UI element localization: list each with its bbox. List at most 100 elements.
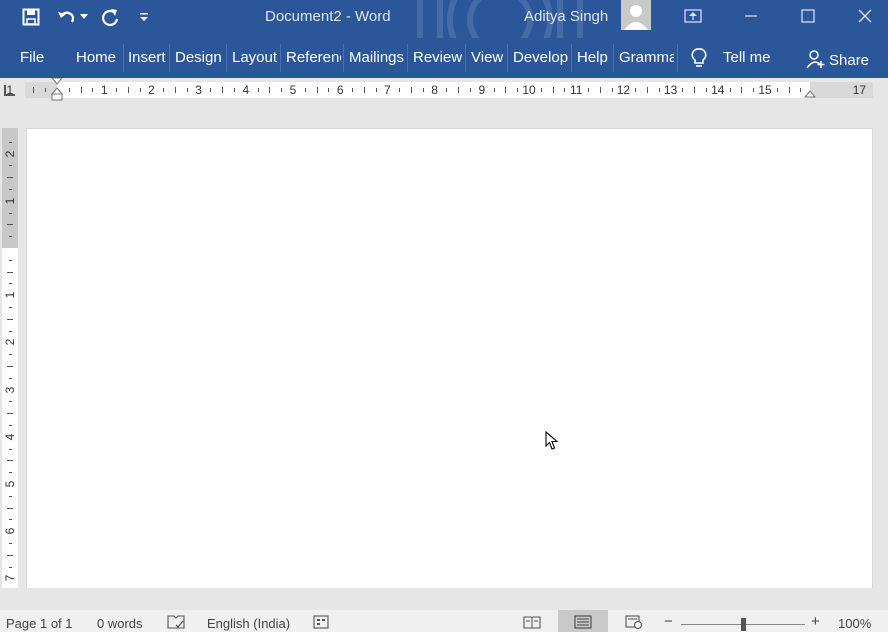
maximize-button[interactable] xyxy=(790,2,826,30)
tab-separator xyxy=(407,44,408,72)
ruler-number: 15 xyxy=(758,83,771,97)
close-button[interactable] xyxy=(847,2,883,30)
tab-developer[interactable]: Developer xyxy=(513,48,568,70)
close-icon xyxy=(858,9,872,23)
tab-layout[interactable]: Layout xyxy=(232,48,277,70)
title-bar: Document2 - Word Aditya Singh xyxy=(0,0,888,38)
tell-me-search[interactable]: Tell me xyxy=(723,48,771,70)
ruler-tick xyxy=(517,88,518,92)
customize-qat-icon xyxy=(139,12,149,22)
minimize-icon xyxy=(744,9,758,23)
ruler-number: 3 xyxy=(195,83,202,97)
zoom-out-button[interactable]: − xyxy=(664,613,673,630)
tab-grammarly[interactable]: Grammarly xyxy=(619,48,674,70)
save-icon xyxy=(22,8,40,26)
ruler-tick xyxy=(305,88,306,92)
zoom-level[interactable]: 100% xyxy=(838,616,871,631)
undo-dropdown-button[interactable] xyxy=(77,4,91,30)
tab-home[interactable]: Home xyxy=(76,48,116,70)
avatar[interactable] xyxy=(621,0,651,30)
share-user-icon xyxy=(806,49,826,69)
ruler-tick xyxy=(777,88,778,92)
share-button[interactable]: Share xyxy=(829,51,869,73)
ruler-tick xyxy=(163,88,164,92)
top-margin-area xyxy=(2,128,18,248)
ribbon-display-options-button[interactable] xyxy=(675,2,711,30)
zoom-slider-thumb[interactable] xyxy=(741,618,746,631)
vertical-ruler-tick xyxy=(7,177,13,178)
proofing-icon[interactable] xyxy=(167,615,185,629)
read-mode-icon[interactable] xyxy=(523,615,541,629)
right-indent-marker-icon[interactable] xyxy=(804,88,816,98)
tab-mailings[interactable]: Mailings xyxy=(349,48,404,70)
vertical-ruler-tick xyxy=(9,519,12,520)
vertical-ruler-number: 7 xyxy=(3,572,17,584)
ruler-number: 9 xyxy=(478,83,485,97)
ruler-tick xyxy=(352,88,353,92)
ruler-tick xyxy=(494,88,495,92)
redo-icon xyxy=(100,7,120,27)
page-count[interactable]: Page 1 of 1 xyxy=(6,616,73,631)
ruler-number: 5 xyxy=(290,83,297,97)
ruler-tick xyxy=(612,88,613,92)
vertical-ruler-number: 3 xyxy=(3,384,17,396)
vertical-ruler-number: 1 xyxy=(3,289,17,301)
tab-separator xyxy=(571,44,572,72)
ruler-tick xyxy=(647,87,648,93)
ruler-tick xyxy=(376,88,377,92)
ruler-tick xyxy=(659,88,660,92)
ruler-tick xyxy=(328,88,329,92)
lightbulb-icon xyxy=(690,47,708,69)
vertical-ruler-tick xyxy=(9,307,12,308)
ruler-tick xyxy=(140,88,141,92)
tab-separator xyxy=(677,44,678,72)
minimize-button[interactable] xyxy=(733,2,769,30)
vertical-ruler-tick xyxy=(9,236,12,237)
tab-review[interactable]: Review xyxy=(413,48,462,70)
ruler-tick xyxy=(45,88,46,92)
vertical-ruler-number: 2 xyxy=(3,148,17,160)
horizontal-ruler[interactable]: 2112345678910111213141517 xyxy=(25,82,873,98)
accessibility-icon[interactable] xyxy=(313,615,331,629)
undo-icon xyxy=(56,8,76,26)
tab-file[interactable]: File xyxy=(20,48,44,70)
language-indicator[interactable]: English (India) xyxy=(207,616,290,631)
tab-separator xyxy=(123,44,124,72)
tab-design[interactable]: Design xyxy=(175,48,222,70)
vertical-ruler-tick xyxy=(9,354,12,355)
vertical-ruler-tick xyxy=(9,401,12,402)
vertical-ruler-number: 6 xyxy=(3,525,17,537)
vertical-ruler-tick xyxy=(9,449,12,450)
ruler-tick xyxy=(281,88,282,92)
undo-button[interactable] xyxy=(52,4,80,30)
vertical-ruler-number: 5 xyxy=(3,478,17,490)
ruler-tick xyxy=(210,88,211,92)
mouse-cursor-icon xyxy=(545,431,559,451)
save-button[interactable] xyxy=(17,4,45,30)
tab-separator xyxy=(169,44,170,72)
tab-separator xyxy=(343,44,344,72)
vertical-ruler-tick xyxy=(7,224,13,225)
ruler-number: 1 xyxy=(101,83,108,97)
ruler-tick xyxy=(458,87,459,93)
tab-view[interactable]: View xyxy=(471,48,503,70)
tab-references[interactable]: References xyxy=(286,48,341,70)
redo-button[interactable] xyxy=(96,4,124,30)
ruler-tick xyxy=(446,88,447,92)
ruler-tick xyxy=(187,88,188,92)
ruler-tick xyxy=(635,88,636,92)
indent-marker-icon[interactable] xyxy=(51,78,63,102)
ruler-tick xyxy=(81,87,82,93)
customize-qat-button[interactable] xyxy=(133,4,155,30)
ruler-tick xyxy=(730,88,731,92)
vertical-ruler-tick xyxy=(9,378,12,379)
tab-insert[interactable]: Insert xyxy=(128,48,166,70)
vertical-ruler-tick xyxy=(7,460,13,461)
word-count[interactable]: 0 words xyxy=(97,616,143,631)
document-page[interactable] xyxy=(26,128,873,588)
user-name[interactable]: Aditya Singh xyxy=(524,8,608,25)
zoom-in-button[interactable]: + xyxy=(811,613,820,630)
vertical-ruler[interactable]: 211234567 xyxy=(2,128,18,588)
tab-help[interactable]: Help xyxy=(577,48,608,70)
web-layout-icon[interactable] xyxy=(625,615,643,629)
